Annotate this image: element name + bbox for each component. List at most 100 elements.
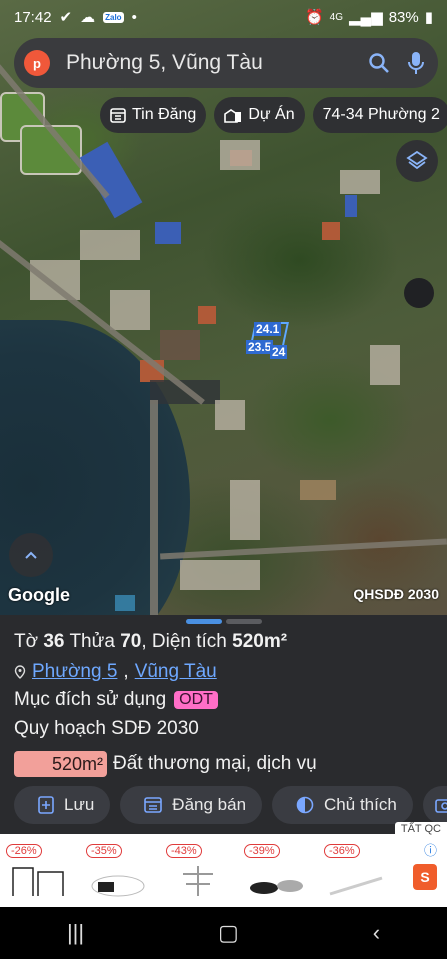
layer-label: QHSDĐ 2030 [353, 586, 439, 602]
plan-area-badge: 520m² [14, 751, 107, 777]
discount-badge: -39% [244, 844, 280, 858]
dimension-label: 24 [270, 345, 288, 359]
camera-icon [434, 799, 447, 813]
parcel-area: 520m² [232, 631, 288, 652]
building [370, 345, 400, 385]
cloud-icon: ☁ [80, 9, 96, 26]
building [110, 290, 150, 330]
clock: 17:42 [14, 8, 52, 26]
home-icon[interactable]: ▢ [218, 920, 239, 946]
road [150, 400, 158, 615]
note-button[interactable]: Chủ thích [272, 786, 413, 824]
system-nav-bar: ||| ▢ ‹ [0, 907, 447, 959]
search-input[interactable]: Phường 5, Vũng Tàu [66, 51, 368, 75]
building [230, 480, 260, 540]
road [160, 538, 447, 560]
listing-icon [144, 797, 163, 813]
building [300, 480, 336, 500]
parcel-number: 70 [120, 631, 142, 652]
layers-icon [406, 150, 428, 170]
chip-tin-dang[interactable]: Tin Đăng [100, 97, 207, 133]
info-icon[interactable]: ⓘ [424, 840, 437, 859]
avatar[interactable]: p [24, 50, 50, 76]
ad-product[interactable]: -35% [82, 840, 152, 902]
post-sale-button[interactable]: Đăng bán [120, 786, 263, 824]
rod-image [329, 876, 383, 896]
building [155, 222, 181, 244]
recent-apps-icon[interactable]: ||| [67, 920, 84, 946]
building [340, 170, 380, 194]
building [345, 195, 357, 217]
chevron-up-icon [25, 551, 37, 559]
calendar-icon [110, 108, 126, 123]
ward-link[interactable]: Phường 5 [32, 661, 117, 683]
save-icon [38, 796, 54, 814]
ad-product[interactable]: -36% [320, 840, 390, 902]
parcel-prefix: Thửa [69, 631, 115, 652]
ad-product[interactable]: -39% [240, 840, 310, 902]
city-link[interactable]: Vũng Tàu [135, 661, 217, 683]
dimension-label: 24.1 [254, 322, 282, 336]
save-button[interactable]: Lưu [14, 786, 111, 824]
check-icon: ✔ [59, 9, 73, 26]
location-row: Phường 5, Vũng Tàu [14, 661, 217, 683]
layers-button[interactable] [396, 140, 438, 182]
building [180, 560, 260, 590]
plan-use: Đất thương mại, dịch vụ [113, 753, 317, 774]
drag-handle[interactable] [186, 619, 262, 624]
chip-label: 74-34 Phường 2 [322, 106, 440, 123]
plan-area-row: 520m² Đất thương mại, dịch vụ [14, 751, 317, 777]
pool [115, 595, 135, 611]
status-bar: 17:42 ✔ ☁ Zalo • ⏰ 4G ▂▄▆ 83% ▮ [0, 0, 447, 34]
building [80, 230, 140, 260]
purpose-badge: ODT [174, 691, 218, 709]
building [322, 222, 340, 240]
zalo-icon: Zalo [103, 11, 124, 23]
action-buttons: Lưu Đăng bán Chủ thích [14, 786, 447, 824]
dot-icon: • [131, 8, 137, 26]
building [30, 260, 80, 300]
area-prefix: , Diện tích [141, 631, 227, 652]
building [198, 306, 216, 324]
map-marker[interactable] [404, 278, 434, 308]
map-view[interactable]: 24.1 23.5 24 Google QHSDĐ 2030 [0, 0, 447, 615]
camera-button[interactable] [422, 786, 447, 824]
title-prefix: Tờ [14, 631, 39, 652]
discount-badge: -35% [86, 844, 122, 858]
discount-badge: -43% [166, 844, 202, 858]
ad-product[interactable]: -26% [2, 840, 72, 902]
back-icon[interactable]: ‹ [373, 920, 380, 946]
building [215, 400, 245, 430]
ad-product[interactable]: -43% [162, 840, 232, 902]
search-bar[interactable]: p Phường 5, Vũng Tàu [14, 38, 438, 88]
search-icon[interactable] [368, 52, 390, 74]
building [160, 330, 200, 360]
discount-badge: -36% [324, 844, 360, 858]
chip-label: Dự Án [248, 106, 295, 123]
ad-banner[interactable]: TẤT QC ⓘ -26% -35% -43% -39% -36% S [0, 822, 447, 907]
parcel-info-panel: Tờ 36 Thửa 70, Diện tích 520m² Phường 5,… [0, 615, 447, 840]
comma: , [123, 661, 129, 682]
battery-label: 83% [388, 8, 419, 26]
microphone-icon[interactable] [408, 51, 424, 75]
alarm-icon: ⏰ [304, 9, 324, 26]
sheet-number: 36 [43, 631, 65, 652]
hide-ad-label[interactable]: TẤT QC [394, 822, 447, 836]
lamp-image [91, 875, 145, 897]
note-label: Chủ thích [324, 795, 397, 814]
network-label: 4G [329, 11, 343, 23]
chip-address[interactable]: 74-34 Phường 2 [312, 97, 447, 133]
post-sale-label: Đăng bán [172, 795, 247, 814]
filter-chips: Tin Đăng Dự Án 74-34 Phường 2 [100, 97, 447, 133]
location-pin-icon [14, 665, 26, 679]
battery-icon: ▮ [424, 9, 433, 26]
purpose-label: Mục đích sử dụng [14, 689, 167, 710]
rack-image [12, 867, 64, 896]
contrast-icon [296, 796, 314, 814]
expand-up-button[interactable] [9, 533, 53, 577]
save-label: Lưu [64, 795, 95, 814]
shopee-logo-icon[interactable]: S [413, 864, 437, 890]
building [220, 140, 260, 170]
chip-label: Tin Đăng [132, 106, 197, 123]
chip-du-an[interactable]: Dự Án [214, 97, 305, 133]
